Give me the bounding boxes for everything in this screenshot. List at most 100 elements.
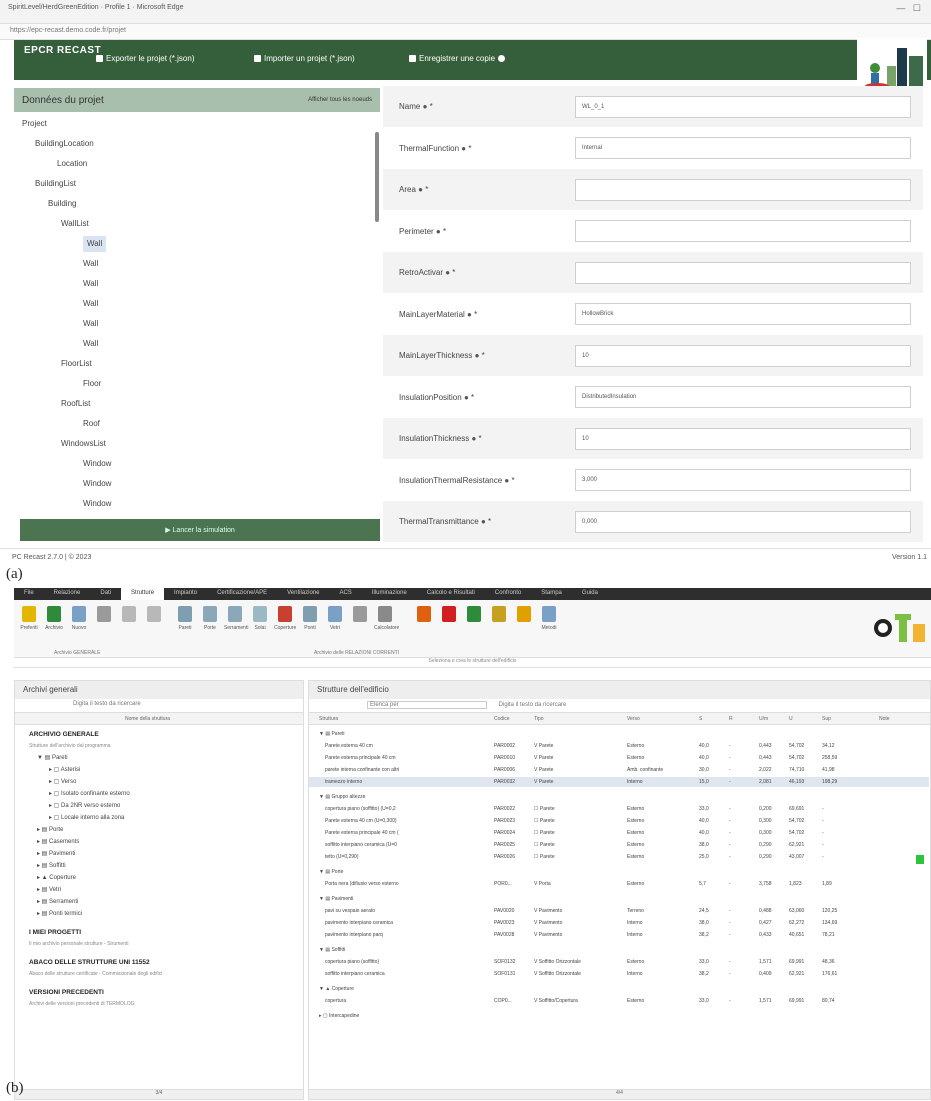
tree-node[interactable]: FloorList xyxy=(61,356,92,372)
archive-section[interactable]: ABACO DELLE STRUTTURE UNI 11552 xyxy=(29,957,150,968)
table-row[interactable]: pavimento interpiano parq PAV0028 V Pavime… xyxy=(309,930,929,940)
ribbon-button[interactable] xyxy=(93,604,115,648)
ribbon-button[interactable]: Pareti xyxy=(174,604,196,648)
field-input[interactable]: DistributedInsulation xyxy=(575,386,911,408)
export-project-button[interactable]: Exporter le projet (*.json) xyxy=(96,54,194,63)
column-header[interactable]: Verso xyxy=(627,716,640,722)
archive-item[interactable]: ▸ ▤ Vetri xyxy=(37,885,61,896)
column-header[interactable]: Note xyxy=(879,716,890,722)
table-row[interactable]: Parete esterna principale 40 cm PAR0010 V … xyxy=(309,753,929,763)
table-row[interactable]: tramezzo interno PAR0032 V Parete Interno 15… xyxy=(309,777,929,787)
archive-item[interactable]: ▼ ▤ Pareti xyxy=(37,753,68,764)
menu-tab[interactable]: Confronto xyxy=(485,588,531,600)
table-group-row[interactable]: ▼ ▤ Gruppo altezze xyxy=(309,792,929,802)
show-all-nodes-button[interactable]: Afficher tous les noeuds xyxy=(308,97,372,103)
tree-node[interactable]: Project xyxy=(22,116,47,132)
menu-tab[interactable]: Impianto xyxy=(164,588,207,600)
table-group-row[interactable]: ▼ ▤ Soffitti xyxy=(309,945,929,955)
ribbon-button[interactable] xyxy=(488,604,510,648)
menu-tab[interactable]: Strutture xyxy=(121,588,165,600)
archive-item[interactable]: ▸ ▤ Serramenti xyxy=(37,897,78,908)
column-header[interactable]: Tipo xyxy=(534,716,544,722)
ribbon-button[interactable]: Serramenti xyxy=(224,604,248,648)
tree-node[interactable]: Window xyxy=(83,456,111,472)
table-group-row[interactable]: ▼ ▤ Porte xyxy=(309,867,929,877)
field-input[interactable]: 3,000 xyxy=(575,469,911,491)
ribbon-button[interactable] xyxy=(438,604,460,648)
menu-tab[interactable]: Ventilazione xyxy=(277,588,329,600)
ribbon-button[interactable]: Coperture xyxy=(274,604,296,648)
archive-section[interactable]: VERSIONI PRECEDENTI xyxy=(29,987,104,998)
right-search-placeholder[interactable]: Digita il testo da ricercare xyxy=(499,702,567,708)
window-controls[interactable]: — ☐ xyxy=(896,3,921,14)
tree-node[interactable]: BuildingList xyxy=(35,176,76,192)
table-row[interactable]: pavi su vespaio aerato PAV0020 V Pavimento… xyxy=(309,906,929,916)
table-row[interactable]: tetto (U=0,290) PAR0026 ☐ Parete Esterno 25,… xyxy=(309,852,929,862)
tree-node[interactable]: BuildingLocation xyxy=(35,136,94,152)
table-row[interactable]: parete interna confinante con altri PAR00… xyxy=(309,765,929,775)
field-input[interactable]: 10 xyxy=(575,344,911,367)
menu-tab[interactable]: Relazione xyxy=(44,588,91,600)
tree-node[interactable]: Building xyxy=(48,196,76,212)
table-row[interactable]: copertura COP0... V Soffitto/Copertura Este… xyxy=(309,996,929,1006)
menu-tab[interactable]: ACS xyxy=(329,588,361,600)
table-group-row[interactable]: ▼ ▤ Pareti xyxy=(309,729,929,739)
field-input[interactable]: WL_0_1 xyxy=(575,95,911,118)
column-header[interactable]: R xyxy=(729,716,733,722)
table-row[interactable]: copertura piano (soffitto) (U=0,2 PAR0022… xyxy=(309,804,929,814)
table-row[interactable]: Porta nera (difiusio verso esterno POR0..… xyxy=(309,879,929,889)
table-row[interactable]: pavimento interpiano ceramica PAV0023 V Pa… xyxy=(309,918,929,928)
ribbon-button[interactable]: Nuovo xyxy=(68,604,90,648)
tree-node[interactable]: Roof xyxy=(83,416,100,432)
column-header[interactable]: U xyxy=(789,716,793,722)
menu-tab[interactable]: File xyxy=(14,588,44,600)
archive-item[interactable]: ▸ ▢ Asterisi xyxy=(49,765,80,776)
archive-item[interactable]: ▸ ▢ Verso xyxy=(49,777,76,788)
ribbon-button[interactable] xyxy=(413,604,435,648)
archive-item[interactable]: ▸ ▢ Locale interno alla zona xyxy=(49,813,124,824)
tree-node[interactable]: Location xyxy=(57,156,87,172)
archive-section[interactable]: ARCHIVIO GENERALE xyxy=(29,729,99,740)
archive-item[interactable]: ▸ ▤ Ponti termici xyxy=(37,909,82,920)
archive-item[interactable]: ▸ ▤ Casements xyxy=(37,837,79,848)
tree-node[interactable]: Window xyxy=(83,476,111,492)
ribbon-button[interactable]: Archivio xyxy=(43,604,65,648)
menu-tab[interactable]: Certificazione/APE xyxy=(207,588,277,600)
table-row[interactable]: soffitto interpiano ceramica SOF0131 V Sof… xyxy=(309,969,929,979)
tree-node[interactable]: Floor xyxy=(83,376,101,392)
tree-node[interactable]: Window xyxy=(83,496,111,512)
tree-scrollbar[interactable] xyxy=(374,118,380,498)
ribbon-button[interactable] xyxy=(513,604,535,648)
tree-node[interactable]: Wall xyxy=(83,316,98,332)
table-row[interactable]: copertura piano (soffitto) SOF0132 V Soffi… xyxy=(309,957,929,967)
ribbon-button[interactable] xyxy=(118,604,140,648)
ribbon-button[interactable]: Calcolatore xyxy=(374,604,399,648)
table-group-row[interactable]: ▸ ▢ Intercapedine xyxy=(309,1011,929,1021)
field-input[interactable]: HollowBrick xyxy=(575,303,911,325)
ribbon-button[interactable] xyxy=(463,604,485,648)
archive-item[interactable]: ▸ ▢ Da 2NR verso esterno xyxy=(49,801,120,812)
field-input[interactable]: Internal xyxy=(575,137,911,159)
archive-item[interactable]: ▸ ▢ Isolato confinante esterno xyxy=(49,789,130,800)
column-header[interactable]: Codice xyxy=(494,716,510,722)
field-input[interactable] xyxy=(575,220,911,242)
tree-node[interactable]: WindowsList xyxy=(61,436,106,452)
archive-section[interactable]: I MIEI PROGETTI xyxy=(29,927,81,938)
column-header[interactable]: S xyxy=(699,716,702,722)
ribbon-button[interactable]: Solai xyxy=(249,604,271,648)
table-row[interactable]: Parete esterna 40 cm (U=0,300) PAR0023 ☐ P… xyxy=(309,816,929,826)
ribbon-button[interactable] xyxy=(143,604,165,648)
menu-tab[interactable]: Calcolo e Risultati xyxy=(417,588,485,600)
tree-node[interactable]: RoofList xyxy=(61,396,90,412)
archive-item[interactable]: ▸ ▤ Porte xyxy=(37,825,63,836)
save-copy-button[interactable]: Enregistrer une copie xyxy=(409,54,506,63)
menu-tab[interactable]: Stampa xyxy=(531,588,572,600)
table-row[interactable]: Parete esterna 40 cm PAR0002 V Parete Ester… xyxy=(309,741,929,751)
table-row[interactable]: Parete esterna principale 40 cm (PAR0024… xyxy=(309,828,929,838)
archive-item[interactable]: ▸ ▤ Pavimenti xyxy=(37,849,75,860)
table-group-row[interactable]: ▼ ▤ Pavimenti xyxy=(309,894,929,904)
ribbon-button[interactable]: Preferiti xyxy=(18,604,40,648)
column-header[interactable]: Sup xyxy=(822,716,831,722)
field-input[interactable]: 10 xyxy=(575,427,911,450)
tree-node[interactable]: Wall xyxy=(83,236,107,252)
